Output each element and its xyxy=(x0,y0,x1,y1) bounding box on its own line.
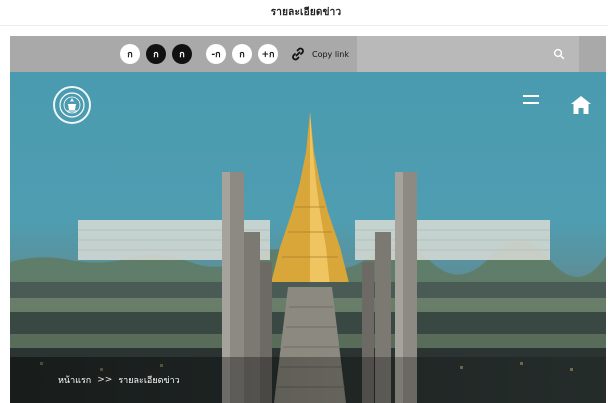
copy-link-button[interactable]: Copy link xyxy=(290,44,349,64)
font-increase-button[interactable]: +ก xyxy=(258,44,278,64)
copy-link-label: Copy link xyxy=(312,49,349,59)
breadcrumb-home-link[interactable]: หน้าแรก xyxy=(58,373,91,387)
home-icon[interactable] xyxy=(571,96,591,114)
search-icon[interactable] xyxy=(553,48,565,60)
search-input[interactable] xyxy=(357,36,579,72)
hero-banner: หน้าแรก >> รายละเอียดข่าว xyxy=(10,72,606,403)
breadcrumb-current: รายละเอียดข่าว xyxy=(118,376,180,386)
breadcrumb: หน้าแรก >> รายละเอียดข่าว xyxy=(10,357,606,403)
emblem-logo[interactable] xyxy=(53,86,91,124)
page-title-bar: รายละเอียดข่าว xyxy=(0,0,608,26)
font-size-options: -ก ก +ก xyxy=(206,44,278,64)
font-decrease-button[interactable]: -ก xyxy=(206,44,226,64)
page-title: รายละเอียดข่าว xyxy=(270,7,342,18)
accessibility-toolbar: ก ก ก -ก ก +ก Copy link xyxy=(10,36,606,72)
breadcrumb-separator: >> xyxy=(97,375,113,385)
hero-background-image xyxy=(10,112,606,403)
contrast-options: ก ก ก xyxy=(120,44,192,64)
link-icon xyxy=(292,47,304,61)
emblem-logo-icon xyxy=(59,92,85,118)
site-frame: ก ก ก -ก ก +ก Copy link หน้าแรก >> รายละ… xyxy=(10,36,606,403)
search-box[interactable] xyxy=(357,36,579,72)
contrast-high-button[interactable]: ก xyxy=(172,44,192,64)
hamburger-menu-icon[interactable] xyxy=(523,94,539,106)
font-normal-button[interactable]: ก xyxy=(232,44,252,64)
contrast-normal-button[interactable]: ก xyxy=(120,44,140,64)
contrast-dark-button[interactable]: ก xyxy=(146,44,166,64)
